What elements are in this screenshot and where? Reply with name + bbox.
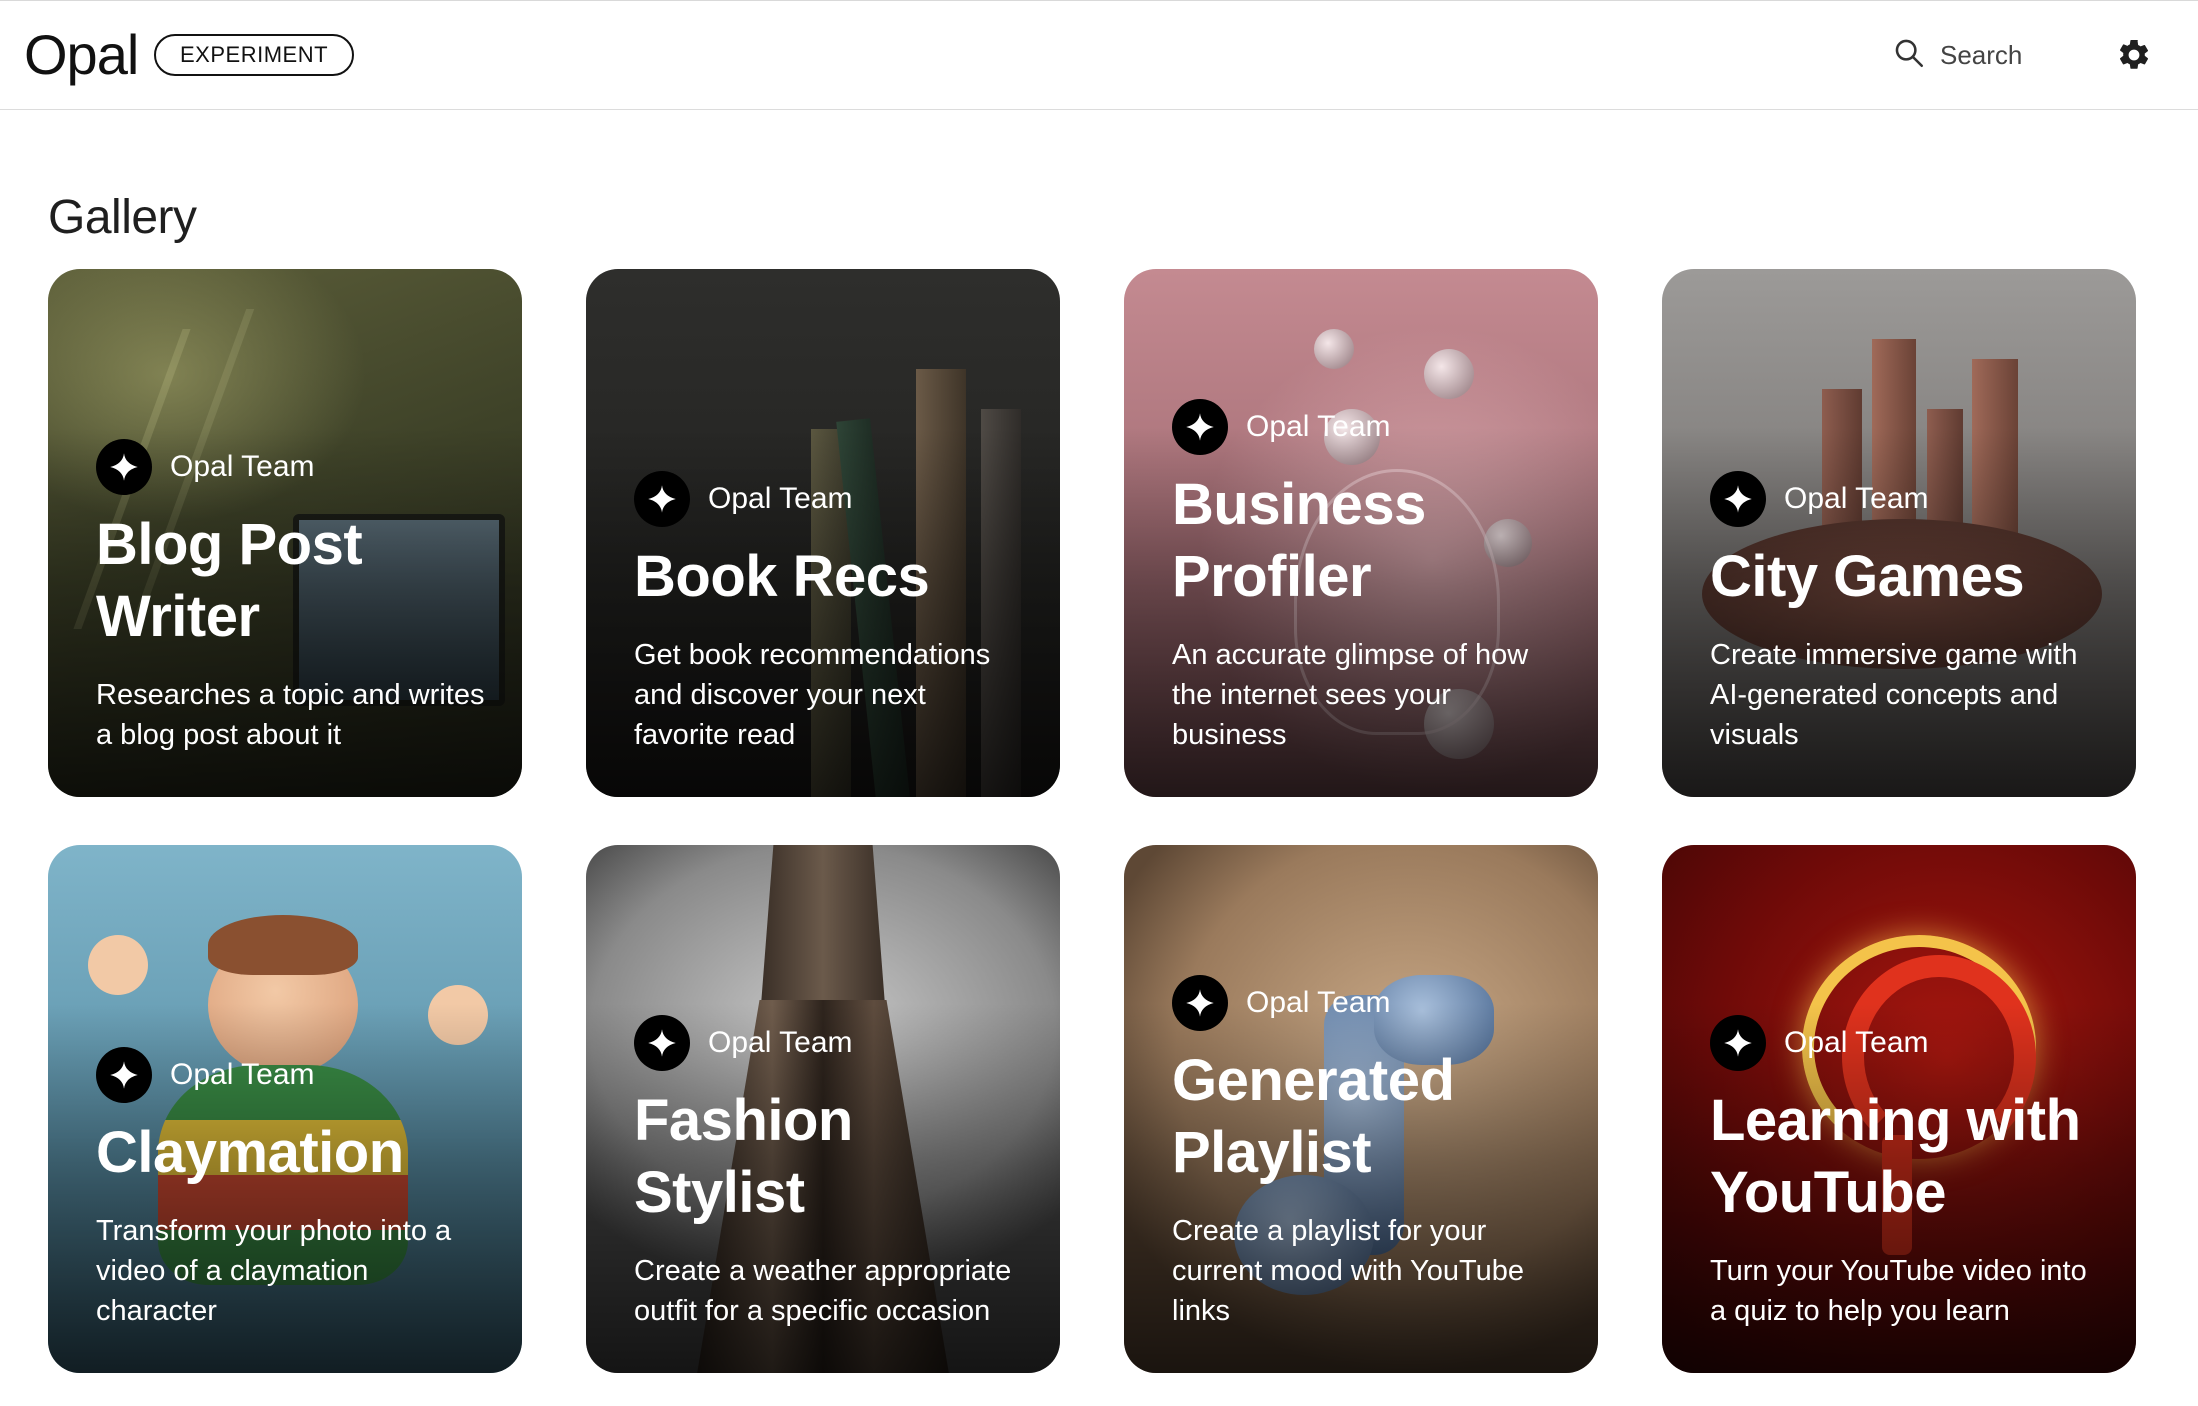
card-title: Fashion Stylist [634, 1088, 853, 1225]
sparkle-icon [96, 1047, 152, 1103]
card-title: Learning with YouTube [1710, 1088, 2081, 1225]
author-name: Opal Team [1784, 1026, 1929, 1059]
card-content: Opal Team Book Recs Get book recommendat… [634, 471, 1024, 755]
card-description: Researches a topic and writes a blog pos… [96, 679, 485, 751]
card-author: Opal Team [1172, 975, 1562, 1031]
gallery-card-generated-playlist[interactable]: Opal Team Generated Playlist Create a pl… [1124, 845, 1598, 1373]
sparkle-icon [634, 471, 690, 527]
card-author: Opal Team [96, 439, 486, 495]
gallery-card-claymation[interactable]: Opal Team Claymation Transform your phot… [48, 845, 522, 1373]
card-description: Create immersive game with AI-generated … [1710, 639, 2078, 751]
author-name: Opal Team [708, 1026, 853, 1059]
card-description: Turn your YouTube video into a quiz to h… [1710, 1255, 2087, 1327]
card-author: Opal Team [96, 1047, 486, 1103]
author-name: Opal Team [1784, 482, 1929, 515]
settings-button[interactable] [2116, 37, 2152, 73]
page-title: Gallery [48, 191, 197, 245]
gallery-card-blog-post-writer[interactable]: Opal Team Blog Post Writer Researches a … [48, 269, 522, 797]
card-content: Opal Team Learning with YouTube Turn you… [1710, 1015, 2100, 1331]
card-title: City Games [1710, 544, 2025, 609]
sparkle-icon [1172, 399, 1228, 455]
sparkle-icon [1710, 471, 1766, 527]
gallery-card-business-profiler[interactable]: Opal Team Business Profiler An accurate … [1124, 269, 1598, 797]
card-content: Opal Team Blog Post Writer Researches a … [96, 439, 486, 755]
card-title: Book Recs [634, 544, 930, 609]
sparkle-icon [1172, 975, 1228, 1031]
card-description: An accurate glimpse of how the internet … [1172, 639, 1529, 751]
gear-icon [2116, 39, 2152, 77]
gallery-card-fashion-stylist[interactable]: Opal Team Fashion Stylist Create a weath… [586, 845, 1060, 1373]
card-title: Blog Post Writer [96, 512, 363, 649]
sparkle-icon [1710, 1015, 1766, 1071]
card-description: Get book recommendations and discover yo… [634, 639, 991, 751]
author-name: Opal Team [708, 482, 853, 515]
gallery-grid: Opal Team Blog Post Writer Researches a … [48, 269, 2138, 1373]
author-name: Opal Team [170, 450, 315, 483]
card-author: Opal Team [634, 471, 1024, 527]
card-description: Create a weather appropriate outfit for … [634, 1255, 1012, 1327]
card-content: Opal Team Business Profiler An accurate … [1172, 399, 1562, 755]
sparkle-icon [634, 1015, 690, 1071]
gallery-card-learning-with-youtube[interactable]: Opal Team Learning with YouTube Turn you… [1662, 845, 2136, 1373]
card-description: Transform your photo into a video of a c… [96, 1215, 452, 1327]
card-author: Opal Team [1710, 1015, 2100, 1071]
app-logo[interactable]: Opal [24, 23, 139, 87]
card-author: Opal Team [634, 1015, 1024, 1071]
card-content: Opal Team City Games Create immersive ga… [1710, 471, 2100, 755]
card-content: Opal Team Generated Playlist Create a pl… [1172, 975, 1562, 1331]
gallery-card-city-games[interactable]: Opal Team City Games Create immersive ga… [1662, 269, 2136, 797]
card-content: Opal Team Claymation Transform your phot… [96, 1047, 486, 1331]
sparkle-icon [96, 439, 152, 495]
search-icon [1892, 36, 1926, 75]
card-title: Claymation [96, 1120, 404, 1185]
card-content: Opal Team Fashion Stylist Create a weath… [634, 1015, 1024, 1331]
author-name: Opal Team [1246, 986, 1391, 1019]
card-description: Create a playlist for your current mood … [1172, 1215, 1524, 1327]
top-bar: Opal EXPERIMENT Search [0, 0, 2198, 110]
card-title: Generated Playlist [1172, 1048, 1455, 1185]
experiment-badge: EXPERIMENT [154, 34, 355, 76]
card-author: Opal Team [1710, 471, 2100, 527]
author-name: Opal Team [170, 1058, 315, 1091]
search-label: Search [1940, 39, 2023, 70]
search-button[interactable]: Search [1892, 37, 2022, 73]
gallery-card-book-recs[interactable]: Opal Team Book Recs Get book recommendat… [586, 269, 1060, 797]
card-author: Opal Team [1172, 399, 1562, 455]
author-name: Opal Team [1246, 410, 1391, 443]
card-title: Business Profiler [1172, 472, 1426, 609]
